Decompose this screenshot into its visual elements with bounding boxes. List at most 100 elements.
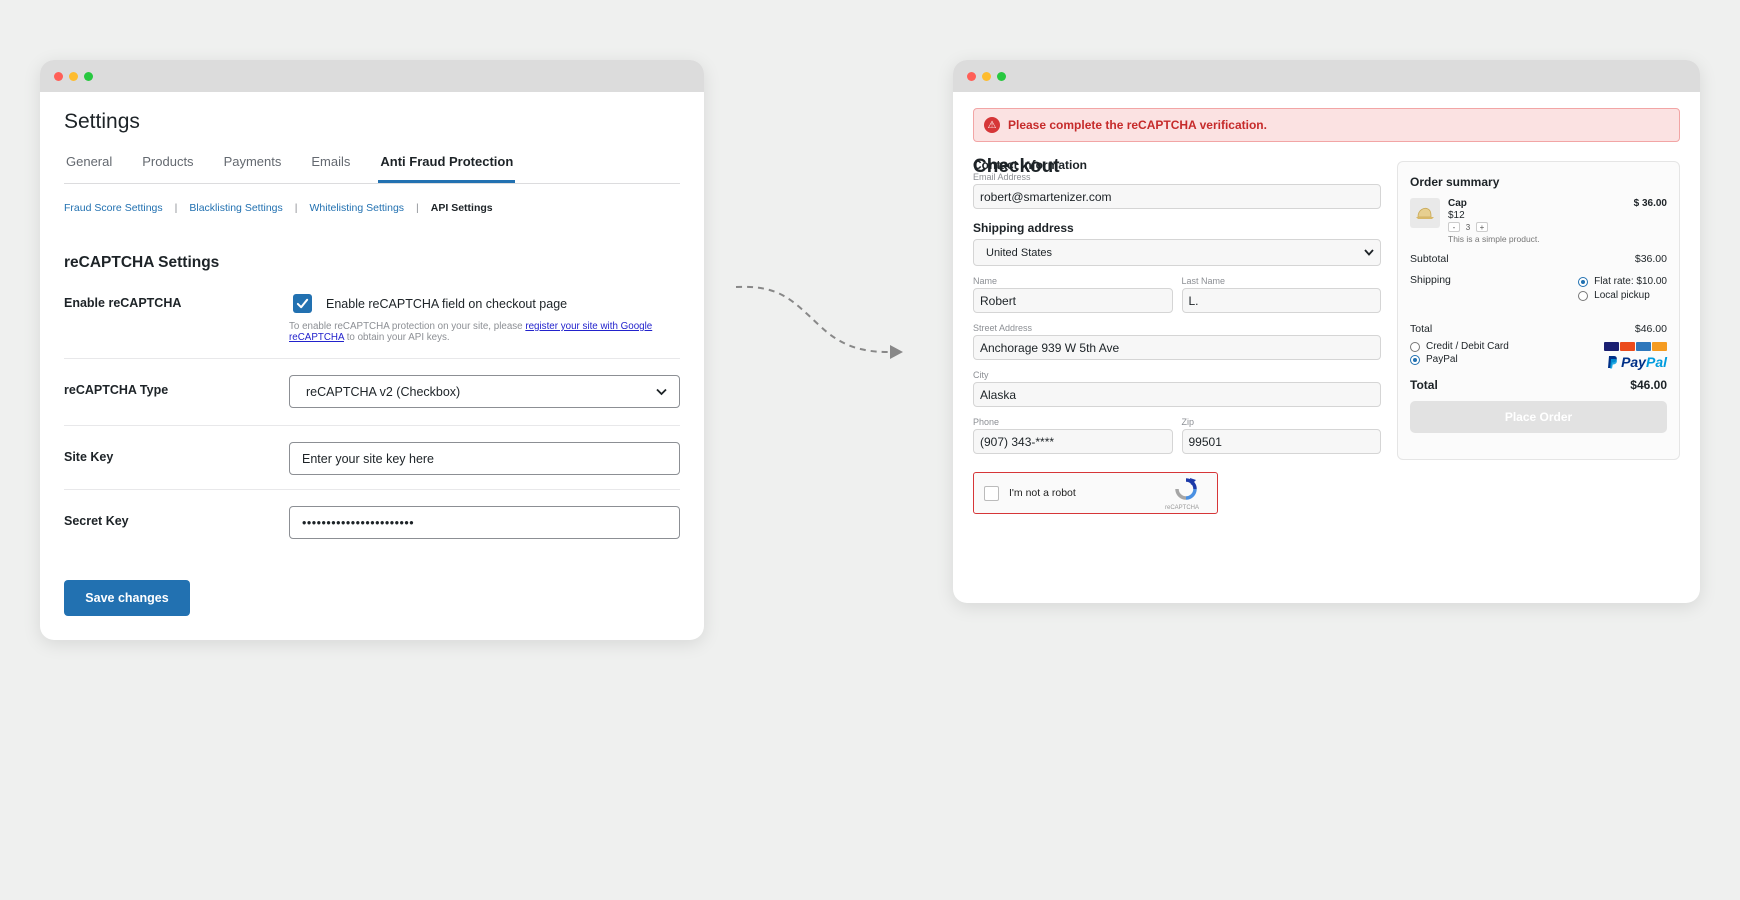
- subnav-whitelisting[interactable]: Whitelisting Settings: [310, 202, 405, 214]
- shipping-heading: Shipping address: [973, 221, 1074, 235]
- subtotal-label: Subtotal: [1410, 253, 1449, 265]
- recaptcha-type-value: reCAPTCHA v2 (Checkbox): [306, 384, 461, 399]
- secret-key-label: Secret Key: [64, 514, 129, 528]
- secret-key-row: Secret Key •••••••••••••••••••••••: [64, 490, 680, 552]
- radio[interactable]: [1410, 341, 1420, 352]
- enable-recaptcha-row: Enable reCAPTCHA Enable reCAPTCHA field …: [64, 288, 680, 359]
- subnav-separator: |: [416, 202, 419, 214]
- phone-field[interactable]: (907) 343-****: [973, 429, 1173, 454]
- subnav-blacklisting[interactable]: Blacklisting Settings: [189, 202, 282, 214]
- card-logos-icon: [1604, 342, 1667, 351]
- email-label: Email Address: [973, 172, 1031, 182]
- payment-card-option[interactable]: Credit / Debit Card: [1410, 341, 1667, 352]
- checkout-form: Contact Information Email Address robert…: [973, 158, 1381, 514]
- paypal-logo: Pay Pal: [1607, 354, 1667, 370]
- order-summary-title: Order summary: [1410, 175, 1500, 189]
- enable-recaptcha-label: Enable reCAPTCHA: [64, 296, 182, 310]
- payment-paypal-option[interactable]: PayPal Pay Pal: [1410, 354, 1667, 370]
- place-order-button[interactable]: Place Order: [1410, 401, 1667, 433]
- shipping-label: Shipping: [1410, 274, 1451, 286]
- checkmark-icon: [296, 298, 309, 309]
- recaptcha-brand: reCAPTCHA: [1164, 505, 1199, 511]
- street-field[interactable]: Anchorage 939 W 5th Ave: [973, 335, 1381, 360]
- secret-key-value: •••••••••••••••••••••••: [302, 515, 415, 530]
- paypal-p-icon: [1608, 356, 1618, 369]
- settings-titlebar: [40, 60, 704, 92]
- site-key-label: Site Key: [64, 450, 114, 464]
- product-description: This is a simple product.: [1448, 234, 1540, 244]
- enable-recaptcha-checkbox[interactable]: [293, 294, 312, 313]
- country-select[interactable]: United States: [973, 239, 1381, 266]
- product-line-price: $ 36.00: [1633, 198, 1667, 209]
- maximize-window-icon[interactable]: [997, 72, 1006, 81]
- city-field[interactable]: Alaska: [973, 382, 1381, 407]
- tab-emails[interactable]: Emails: [309, 148, 352, 183]
- radio-selected[interactable]: [1410, 354, 1420, 365]
- qty-increase-button[interactable]: +: [1476, 222, 1488, 232]
- city-label: City: [973, 370, 989, 380]
- street-label: Street Address: [973, 323, 1033, 333]
- total-label: Total: [1410, 323, 1433, 335]
- close-window-icon[interactable]: [54, 72, 63, 81]
- zip-label: Zip: [1181, 417, 1195, 427]
- checkout-titlebar: [953, 60, 1700, 92]
- name-label: Name: [973, 276, 998, 286]
- subtotal-value: $36.00: [1634, 253, 1667, 265]
- recaptcha-error-alert: ⚠ Please complete the reCAPTCHA verifica…: [973, 108, 1680, 142]
- save-changes-button[interactable]: Save changes: [64, 580, 190, 616]
- shipping-row: Shipping Flat rate: $10.00 Local pickup: [1410, 274, 1667, 314]
- tab-payments[interactable]: Payments: [222, 148, 284, 183]
- enable-recaptcha-checkbox-label: Enable reCAPTCHA field on checkout page: [326, 296, 568, 311]
- settings-window: Settings General Products Payments Email…: [40, 60, 704, 640]
- tab-anti-fraud-protection[interactable]: Anti Fraud Protection: [378, 148, 516, 183]
- radio-selected[interactable]: [1578, 276, 1589, 287]
- grand-total-label: Total: [1410, 378, 1438, 392]
- email-field[interactable]: robert@smartenizer.com: [973, 184, 1381, 209]
- subtotal-row: Subtotal $36.00: [1410, 253, 1667, 265]
- site-key-row: Site Key Enter your site key here: [64, 426, 680, 490]
- recaptcha-type-label: reCAPTCHA Type: [64, 383, 169, 397]
- close-window-icon[interactable]: [967, 72, 976, 81]
- country-value: United States: [986, 246, 1053, 259]
- recaptcha-type-select[interactable]: reCAPTCHA v2 (Checkbox): [289, 375, 680, 408]
- radio[interactable]: [1578, 290, 1589, 301]
- subnav-api-current[interactable]: API Settings: [431, 202, 493, 214]
- chevron-down-icon: [656, 388, 667, 395]
- minimize-window-icon[interactable]: [982, 72, 991, 81]
- maximize-window-icon[interactable]: [84, 72, 93, 81]
- name-field[interactable]: Robert: [973, 288, 1173, 313]
- last-name-field[interactable]: L.: [1181, 288, 1381, 313]
- flow-arrow-icon: [735, 285, 903, 359]
- alert-message: Please complete the reCAPTCHA verificati…: [1008, 118, 1267, 132]
- order-summary: Order summary Cap $12 - 3 + This is a si…: [1397, 161, 1680, 460]
- tab-products[interactable]: Products: [140, 148, 195, 183]
- help-text: To enable reCAPTCHA protection on your s…: [289, 321, 653, 343]
- list-item: Cap $12 - 3 + This is a simple product. …: [1410, 198, 1667, 244]
- product-thumbnail: [1410, 198, 1440, 228]
- recaptcha-type-row: reCAPTCHA Type reCAPTCHA v2 (Checkbox): [64, 359, 680, 426]
- subnav-fraud-score[interactable]: Fraud Score Settings: [64, 202, 163, 214]
- site-key-input[interactable]: Enter your site key here: [289, 442, 680, 475]
- zip-field[interactable]: 99501: [1181, 429, 1381, 454]
- section-title: reCAPTCHA Settings: [64, 254, 220, 271]
- phone-label: Phone: [973, 417, 1000, 427]
- product-name: Cap: [1448, 198, 1467, 209]
- secret-key-input[interactable]: •••••••••••••••••••••••: [289, 506, 680, 539]
- shipping-flat-rate-option[interactable]: Flat rate: $10.00: [1578, 276, 1667, 287]
- shipping-local-pickup-option[interactable]: Local pickup: [1578, 290, 1667, 301]
- recaptcha-widget: I'm not a robot reCAPTCHA: [973, 472, 1218, 514]
- settings-tabs: General Products Payments Emails Anti Fr…: [64, 148, 680, 184]
- grand-total-value: $46.00: [1630, 378, 1667, 392]
- recaptcha-logo-icon: [1175, 478, 1197, 500]
- chevron-down-icon: [1364, 249, 1374, 256]
- site-key-placeholder: Enter your site key here: [302, 451, 435, 466]
- grand-total-row: Total $46.00: [1410, 378, 1667, 392]
- product-unit-price: $12: [1448, 210, 1465, 221]
- sub-navigation: Fraud Score Settings | Blacklisting Sett…: [64, 202, 680, 214]
- recaptcha-checkbox[interactable]: [984, 485, 999, 501]
- checkout-window: ⚠ Please complete the reCAPTCHA verifica…: [953, 60, 1700, 603]
- qty-decrease-button[interactable]: -: [1448, 222, 1460, 232]
- minimize-window-icon[interactable]: [69, 72, 78, 81]
- tab-general[interactable]: General: [64, 148, 114, 183]
- total-value: $46.00: [1634, 323, 1667, 335]
